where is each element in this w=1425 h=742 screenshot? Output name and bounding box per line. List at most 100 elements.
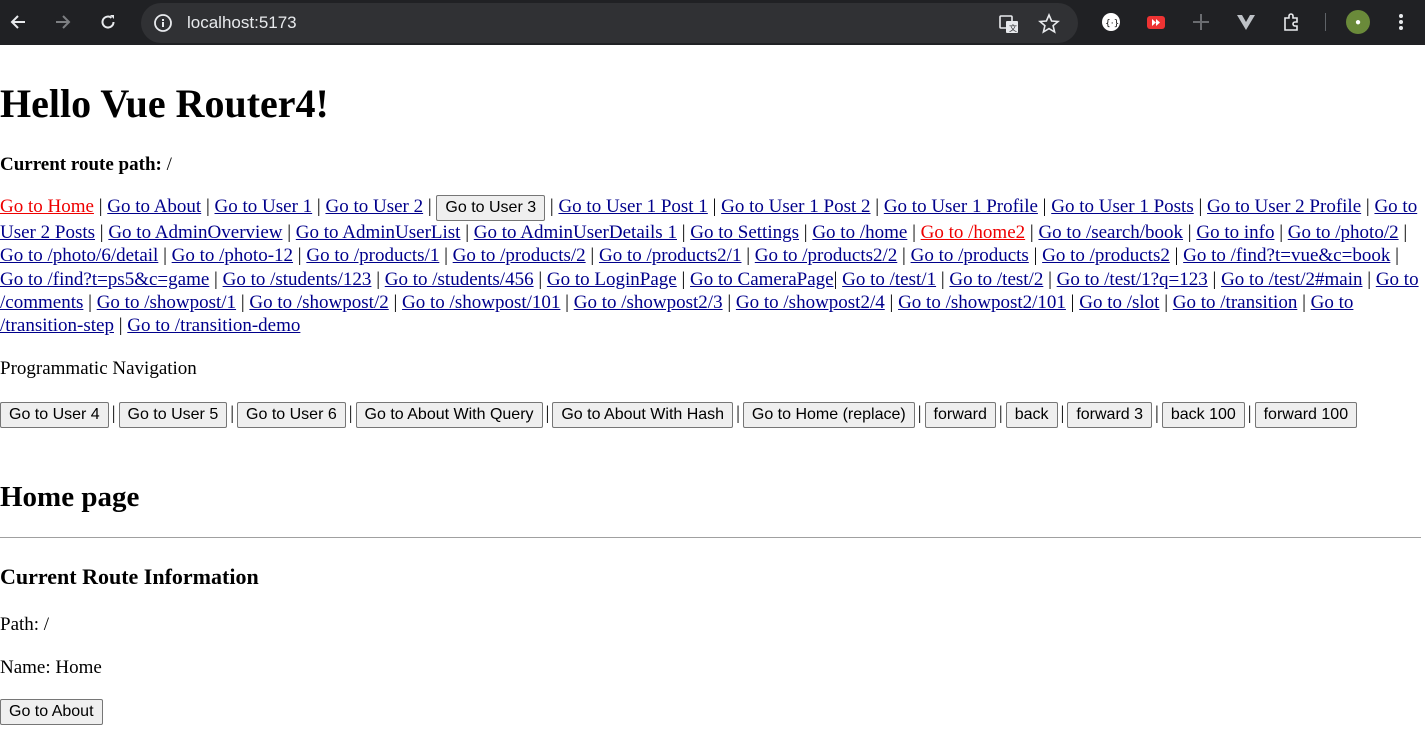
programmatic-nav-button[interactable]: Go to User 4 <box>0 402 109 428</box>
router-link[interactable]: Go to User 1 Profile <box>884 196 1038 217</box>
programmatic-nav-button[interactable]: back 100 <box>1161 402 1245 428</box>
router-link[interactable]: Go to Settings <box>690 222 799 243</box>
router-link[interactable]: Go to /slot <box>1079 292 1159 313</box>
router-link[interactable]: Go to /find?t=ps5&c=game <box>0 269 209 290</box>
router-link[interactable]: Go to /products <box>911 245 1029 266</box>
link-separator: | <box>158 245 172 267</box>
profile-avatar[interactable]: ● <box>1346 10 1370 34</box>
router-link[interactable]: Go to /products2 <box>1042 245 1170 266</box>
router-link[interactable]: Go to /photo-12 <box>172 245 293 266</box>
link-separator: | <box>1028 245 1043 267</box>
router-link[interactable]: Go to /photo/6/detail <box>0 245 158 266</box>
back-icon[interactable] <box>7 11 29 33</box>
router-link[interactable]: Go to /home2 <box>921 222 1026 243</box>
router-link[interactable]: Go to /showpost2/101 <box>898 292 1066 313</box>
router-link[interactable]: Go to User 2 <box>325 196 423 217</box>
programmatic-nav-button[interactable]: Go to User 5 <box>118 402 228 428</box>
router-link[interactable]: Go to /showpost2/3 <box>574 292 723 313</box>
router-link[interactable]: Go to /transition <box>1173 292 1298 313</box>
link-separator: | <box>209 268 223 290</box>
router-link[interactable]: Go to /students/123 <box>223 269 372 290</box>
router-link[interactable]: Go to /test/1?q=123 <box>1057 269 1208 290</box>
programmatic-nav-button[interactable]: forward 3 <box>1067 402 1153 428</box>
link-separator: | <box>545 196 559 217</box>
router-link[interactable]: Go to /showpost/2 <box>249 292 388 313</box>
link-separator: | <box>293 245 307 267</box>
router-link[interactable]: Go to /products2/1 <box>599 245 742 266</box>
bookmark-star-icon[interactable] <box>1038 12 1060 35</box>
link-separator: | <box>936 268 950 290</box>
router-link[interactable]: Go to /showpost/1 <box>97 292 236 313</box>
link-separator: | <box>722 291 736 313</box>
route-info-heading: Current Route Information <box>0 564 259 589</box>
ruler-extension-icon[interactable] <box>1190 11 1212 33</box>
router-link[interactable]: Go to /search/book <box>1038 222 1183 243</box>
router-link[interactable]: Go to /photo/2 <box>1288 222 1399 243</box>
vue-devtools-icon[interactable] <box>1235 11 1257 33</box>
address-bar[interactable]: localhost:5173 文 <box>141 3 1078 43</box>
link-separator: | <box>282 222 296 243</box>
router-link[interactable]: Go to User 1 <box>215 196 313 217</box>
programmatic-nav-button[interactable]: forward 100 <box>1254 402 1358 428</box>
router-link[interactable]: Go to /home <box>812 222 907 243</box>
router-link[interactable]: Go to info <box>1196 222 1274 243</box>
reload-icon[interactable] <box>97 11 119 33</box>
router-link[interactable]: Go to User 1 Post 1 <box>558 196 707 217</box>
extension-icon[interactable]: {·} <box>1100 11 1122 33</box>
router-link[interactable]: Go to LoginPage <box>547 269 677 290</box>
url-text[interactable]: localhost:5173 <box>187 13 297 33</box>
router-link[interactable]: Go to /find?t=vue&c=book <box>1183 245 1390 266</box>
router-link[interactable]: Go to User 1 Posts <box>1051 196 1194 217</box>
router-link[interactable]: Go to /transition-demo <box>127 315 300 336</box>
router-link[interactable]: Go to /products/2 <box>453 245 586 266</box>
link-separator: | <box>83 291 97 313</box>
current-route-value: / <box>161 154 172 175</box>
router-link[interactable]: Go to /test/2#main <box>1221 269 1362 290</box>
programmatic-nav-button[interactable]: Go to User 6 <box>237 402 346 428</box>
programmatic-nav-button[interactable]: forward <box>924 402 996 428</box>
router-link[interactable]: Go to AdminUserDetails 1 <box>474 222 677 243</box>
router-link[interactable]: Go to AdminUserList <box>296 222 461 243</box>
router-link[interactable]: Go to User 1 Post 2 <box>721 196 870 217</box>
svg-text:{·}: {·} <box>1105 19 1119 29</box>
router-link[interactable]: Go to About <box>107 196 201 217</box>
programmatic-nav-button[interactable]: Go to Home (replace) <box>742 402 915 428</box>
link-separator: | <box>423 196 437 217</box>
link-separator: | <box>884 291 899 313</box>
link-separator: | <box>676 222 691 243</box>
programmatic-nav-button[interactable]: Go to About With Hash <box>552 402 734 428</box>
button-separator: | <box>1155 403 1159 424</box>
site-info-icon[interactable] <box>153 13 173 33</box>
router-link[interactable]: Go to /showpost2/4 <box>736 292 885 313</box>
page-title: Hello Vue Router4! <box>0 81 329 126</box>
router-link[interactable]: Go to /products2/2 <box>755 245 898 266</box>
router-link[interactable]: Go to /test/2 <box>949 269 1043 290</box>
router-link[interactable]: Go to User 2 Profile <box>1207 196 1361 217</box>
link-separator: | <box>833 268 843 290</box>
programmatic-nav-button[interactable]: Go to About With Query <box>355 402 543 428</box>
link-separator: | <box>707 196 722 217</box>
router-link[interactable]: Go to /students/456 <box>385 269 534 290</box>
router-link[interactable]: Go to CameraPage <box>690 269 834 290</box>
router-link[interactable]: Go to AdminOverview <box>108 222 282 243</box>
link-separator: | <box>201 196 215 217</box>
router-link[interactable]: Go to /test/1 <box>842 269 936 290</box>
video-extension-icon[interactable] <box>1145 11 1167 33</box>
go-to-about-button[interactable]: Go to About <box>0 699 103 725</box>
router-link[interactable]: Go to /products/1 <box>306 245 439 266</box>
more-menu-icon[interactable] <box>1390 11 1412 33</box>
link-separator: | <box>1025 222 1039 243</box>
route-name-text: Name: Home <box>0 657 102 678</box>
programmatic-nav-button[interactable]: back <box>1005 402 1058 428</box>
translate-icon[interactable]: 文 <box>998 13 1020 35</box>
router-link[interactable]: Go to Home <box>0 196 94 217</box>
link-separator: | <box>93 196 108 217</box>
button-separator: | <box>736 403 740 424</box>
link-separator: | <box>113 315 128 337</box>
forward-icon[interactable] <box>52 11 74 33</box>
link-separator: | <box>907 222 921 243</box>
link-separator: | <box>1390 245 1399 267</box>
router-link[interactable]: Go to /showpost/101 <box>402 292 560 313</box>
extensions-puzzle-icon[interactable] <box>1280 11 1302 33</box>
router-link-button[interactable]: Go to User 3 <box>436 195 546 221</box>
